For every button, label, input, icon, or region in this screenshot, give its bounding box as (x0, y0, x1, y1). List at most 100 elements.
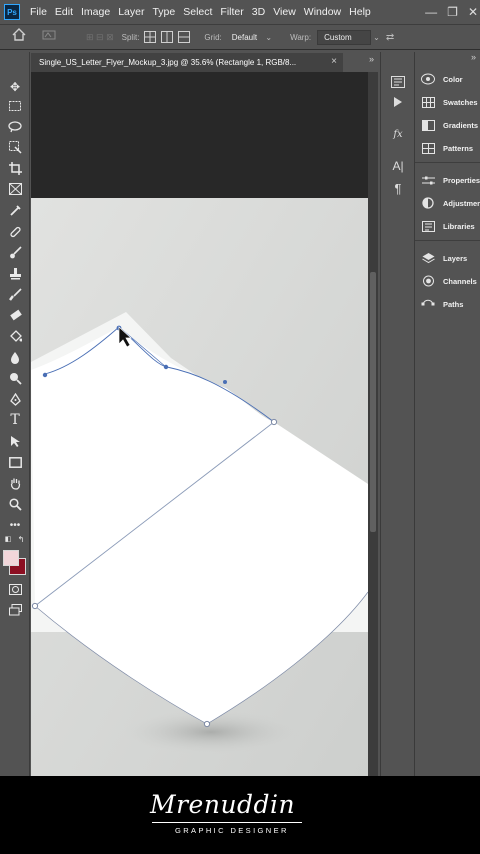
warp-dropdown[interactable]: Custom (317, 29, 372, 45)
panel-label: Color (443, 74, 463, 84)
options-bar: ⊞ ⊟ ⊠ Split: Grid: Default ⌄ Warp: Custo… (0, 24, 480, 50)
document-canvas[interactable] (31, 72, 368, 776)
path-selection-tool-icon[interactable] (5, 432, 25, 450)
warp-handle[interactable] (223, 380, 227, 384)
restore-button[interactable]: ❐ (447, 5, 458, 19)
paths-icon (421, 298, 435, 310)
warp-anchor-point[interactable] (31, 602, 39, 610)
brand-underline (152, 822, 302, 823)
warp-handle[interactable] (42, 372, 48, 378)
default-colors-icon[interactable]: ◧ (3, 534, 13, 544)
history-panel-icon[interactable] (390, 74, 406, 90)
brand-signature: Mrenuddin (150, 790, 296, 819)
tool-preset-icon[interactable] (42, 28, 56, 46)
panel-properties[interactable]: Properties (421, 172, 480, 188)
color-wheel-icon (421, 73, 435, 85)
screen-mode-icon[interactable] (5, 601, 25, 619)
channels-icon (421, 275, 435, 287)
pen-tool-icon[interactable] (5, 390, 25, 408)
type-tool-icon[interactable]: T (5, 411, 25, 429)
panel-layers[interactable]: Layers (421, 250, 467, 266)
quick-mask-icon[interactable] (5, 580, 25, 598)
character-panel-icon[interactable]: A| (390, 158, 406, 174)
minimize-button[interactable]: — (425, 5, 437, 19)
grid-label: Grid: (204, 32, 222, 42)
warp-anchor-point[interactable] (203, 720, 211, 728)
paragraph-panel-icon[interactable]: ¶ (390, 180, 406, 196)
libraries-icon (421, 220, 435, 232)
collapse-arrows-icon[interactable]: » (471, 52, 476, 62)
zoom-tool-icon[interactable] (5, 495, 25, 513)
history-brush-tool-icon[interactable] (5, 285, 25, 303)
marquee-tool-icon[interactable] (5, 97, 25, 115)
menu-type[interactable]: Type (148, 6, 179, 18)
eraser-tool-icon[interactable] (5, 306, 25, 324)
panel-divider (415, 162, 480, 163)
blur-tool-icon[interactable] (5, 348, 25, 366)
menu-3d[interactable]: 3D (248, 6, 269, 18)
panel-gradients[interactable]: Gradients (421, 117, 478, 133)
adjustments-circle-icon (421, 197, 435, 209)
panel-libraries[interactable]: Libraries (421, 218, 475, 234)
menu-select[interactable]: Select (179, 6, 216, 18)
crop-tool-icon[interactable] (5, 159, 25, 177)
paint-bucket-tool-icon[interactable] (5, 327, 25, 345)
brand-tagline: GRAPHIC DESIGNER (175, 826, 289, 835)
collapse-arrows-icon[interactable]: » (369, 54, 374, 64)
hand-tool-icon[interactable] (5, 474, 25, 492)
vertical-scrollbar[interactable] (368, 72, 378, 776)
brush-tool-icon[interactable] (5, 243, 25, 261)
home-icon[interactable] (12, 28, 26, 46)
move-tool-icon[interactable]: ✥ (5, 78, 25, 96)
menu-filter[interactable]: Filter (216, 6, 247, 18)
rectangle-tool-icon[interactable] (5, 453, 25, 471)
photoshop-logo[interactable]: Ps (4, 4, 20, 20)
pasteboard (31, 72, 368, 198)
lasso-tool-icon[interactable] (5, 118, 25, 136)
styles-fx-icon[interactable]: fx (390, 126, 406, 142)
split-cross-icon[interactable] (144, 31, 157, 43)
panel-adjustments[interactable]: Adjustments (421, 195, 480, 211)
scrollbar-thumb[interactable] (370, 272, 376, 532)
document-tab-title: Single_US_Letter_Flyer_Mockup_3.jpg @ 35… (39, 58, 297, 67)
more-tools-icon[interactable]: ••• (5, 516, 25, 534)
warp-handle[interactable] (163, 364, 169, 370)
menu-help[interactable]: Help (345, 6, 375, 18)
grid-dropdown[interactable]: Default ⌄ (228, 32, 276, 43)
layers-stack-icon (421, 252, 435, 264)
panel-color[interactable]: Color (421, 71, 463, 87)
object-selection-tool-icon[interactable] (5, 138, 25, 156)
menu-window[interactable]: Window (300, 6, 345, 18)
menu-layer[interactable]: Layer (114, 6, 148, 18)
swap-icon[interactable]: ⇄ (386, 32, 394, 43)
panel-swatches[interactable]: Swatches (421, 94, 478, 110)
close-window-button[interactable]: ✕ (468, 5, 478, 19)
panel-channels[interactable]: Channels (421, 273, 477, 289)
actions-play-icon[interactable] (390, 94, 406, 110)
dodge-tool-icon[interactable] (5, 369, 25, 387)
menu-image[interactable]: Image (77, 6, 114, 18)
split-vertical-icon[interactable] (161, 31, 174, 43)
branding-footer: Mrenuddin GRAPHIC DESIGNER (0, 776, 480, 854)
menu-file[interactable]: File (26, 6, 51, 18)
tools-panel: ✥ T ••• ◧ ↰ (0, 52, 30, 776)
healing-brush-tool-icon[interactable] (5, 222, 25, 240)
menu-view[interactable]: View (269, 6, 300, 18)
frame-tool-icon[interactable] (5, 180, 25, 198)
menu-items: File Edit Image Layer Type Select Filter… (26, 6, 375, 18)
clone-stamp-tool-icon[interactable] (5, 264, 25, 282)
panel-label: Layers (443, 253, 468, 263)
panel-patterns[interactable]: Patterns (421, 140, 473, 156)
flyer-mockup-image (31, 72, 368, 776)
document-tab[interactable]: Single_US_Letter_Flyer_Mockup_3.jpg @ 35… (31, 51, 343, 72)
warp-anchor-point[interactable] (270, 418, 278, 426)
foreground-color-swatch[interactable] (3, 550, 19, 566)
close-icon[interactable]: × (331, 56, 337, 67)
swap-colors-icon[interactable]: ↰ (16, 534, 26, 544)
chevron-down-icon[interactable]: ⌄ (373, 33, 380, 42)
eyedropper-tool-icon[interactable] (5, 201, 25, 219)
chevron-down-icon: ⌄ (265, 32, 273, 42)
panel-paths[interactable]: Paths (421, 296, 463, 312)
menu-edit[interactable]: Edit (51, 6, 77, 18)
split-horizontal-icon[interactable] (178, 31, 191, 43)
